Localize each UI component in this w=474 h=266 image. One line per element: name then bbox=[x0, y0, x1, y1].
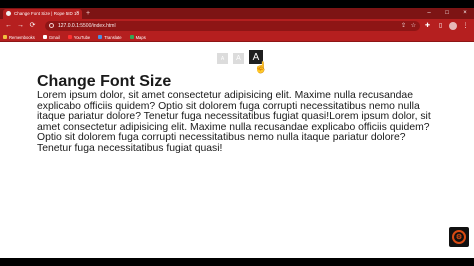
logo-icon: ⚙ bbox=[452, 230, 466, 244]
menu-icon[interactable]: ⋮ bbox=[461, 21, 470, 31]
bookmark-item[interactable]: Remembooks bbox=[3, 35, 35, 40]
bookmark-label: Gmail bbox=[48, 34, 60, 40]
extensions-icon[interactable]: ✚ bbox=[423, 21, 432, 31]
browser-tab[interactable]: Change Font Size | Rope 5ID 10 × bbox=[3, 9, 82, 19]
body-paragraph: Lorem ipsum dolor, sit amet consectetur … bbox=[37, 90, 431, 154]
page-content: A A A ☝ Change Font Size Lorem ipsum dol… bbox=[0, 43, 474, 258]
tab-close-icon[interactable]: × bbox=[76, 10, 79, 17]
reload-button[interactable]: ⟳ bbox=[28, 21, 37, 31]
url-host: 127.0.0.1 bbox=[58, 23, 79, 29]
bookmark-icon bbox=[3, 35, 7, 39]
close-window-button[interactable]: × bbox=[460, 8, 470, 19]
back-button[interactable]: ← bbox=[4, 21, 13, 31]
font-medium-button[interactable]: A bbox=[233, 53, 244, 64]
url-path: :5500/index.html bbox=[78, 23, 116, 29]
new-tab-button[interactable]: + bbox=[86, 9, 90, 18]
bookmark-item[interactable]: Gmail bbox=[42, 34, 60, 40]
profile-avatar[interactable] bbox=[449, 22, 457, 30]
bookmark-star-icon[interactable]: ☆ bbox=[411, 21, 416, 31]
bookmark-label: Translate bbox=[104, 34, 122, 40]
channel-logo: ⚙ bbox=[449, 227, 469, 247]
youtube-icon bbox=[67, 35, 72, 39]
share-icon[interactable]: ⇪ bbox=[401, 21, 406, 31]
window-controls: – □ × bbox=[424, 8, 470, 19]
page-title: Change Font Size bbox=[37, 73, 172, 90]
minimize-button[interactable]: – bbox=[424, 8, 434, 19]
font-small-button[interactable]: A bbox=[217, 53, 228, 64]
maximize-button[interactable]: □ bbox=[442, 8, 452, 19]
bookmark-label: Remembooks bbox=[9, 34, 35, 40]
forward-button[interactable]: → bbox=[16, 21, 25, 31]
site-info-icon[interactable] bbox=[49, 23, 54, 28]
article: Change Font Size Lorem ipsum dolor, sit … bbox=[37, 73, 441, 155]
tab-title: Change Font Size | Rope 5ID 10 bbox=[14, 11, 79, 16]
tab-favicon-icon bbox=[6, 11, 11, 16]
browser-toolbar: ← → ⟳ 127.0.0.1:5500/index.html ⇪ ☆ ✚ ▯ … bbox=[0, 19, 474, 33]
bookmark-item[interactable]: Maps bbox=[129, 34, 146, 40]
toolbar-actions: ✚ ▯ ⋮ bbox=[423, 21, 470, 31]
bookmark-label: Maps bbox=[135, 34, 146, 40]
video-frame: Change Font Size | Rope 5ID 10 × + – □ ×… bbox=[0, 0, 474, 266]
bookmarks-bar: Remembooks Gmail YouTube Translate Maps bbox=[0, 33, 474, 42]
browser-window: Change Font Size | Rope 5ID 10 × + – □ ×… bbox=[0, 8, 474, 258]
bookmark-item[interactable]: YouTube bbox=[67, 34, 91, 40]
address-url[interactable]: 127.0.0.1:5500/index.html bbox=[58, 21, 116, 31]
bookmark-item[interactable]: Translate bbox=[98, 34, 122, 40]
bookmark-label: YouTube bbox=[73, 34, 91, 40]
address-bar[interactable]: 127.0.0.1:5500/index.html ⇪ ☆ bbox=[45, 21, 420, 31]
maps-icon bbox=[129, 35, 134, 39]
translate-icon bbox=[98, 35, 103, 39]
tab-strip: Change Font Size | Rope 5ID 10 × + – □ × bbox=[0, 8, 474, 19]
gmail-icon bbox=[42, 35, 47, 39]
sidebar-icon[interactable]: ▯ bbox=[436, 21, 445, 31]
